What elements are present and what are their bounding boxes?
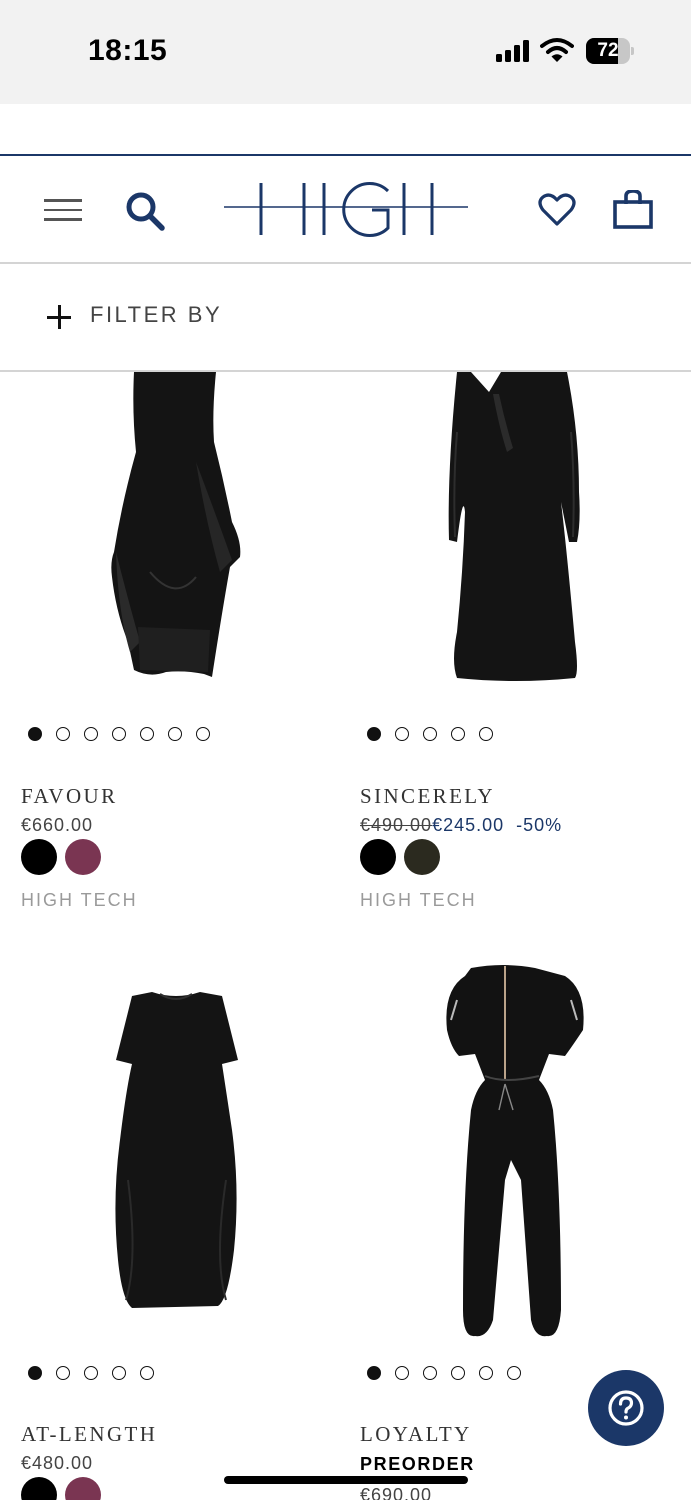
battery-percent: 72 bbox=[597, 40, 619, 61]
carousel-dot[interactable] bbox=[395, 727, 409, 741]
carousel-dot[interactable] bbox=[56, 1366, 70, 1380]
site-header bbox=[0, 156, 691, 262]
filter-label: FILTER BY bbox=[90, 302, 223, 327]
product-name[interactable]: FAVOUR bbox=[21, 784, 117, 809]
shopping-bag-icon[interactable] bbox=[612, 190, 654, 230]
carousel-dot[interactable] bbox=[84, 1366, 98, 1380]
filter-bar[interactable]: FILTER BY bbox=[0, 264, 691, 370]
carousel-dot[interactable] bbox=[112, 1366, 126, 1380]
image-carousel-dots[interactable] bbox=[367, 1366, 529, 1380]
product-name[interactable]: SINCERELY bbox=[360, 784, 495, 809]
original-price: €490.00 bbox=[360, 815, 433, 835]
image-carousel-dots[interactable] bbox=[28, 727, 218, 741]
image-carousel-dots[interactable] bbox=[28, 1366, 162, 1380]
carousel-dot[interactable] bbox=[196, 727, 210, 741]
carousel-dot[interactable] bbox=[507, 1366, 521, 1380]
carousel-dot[interactable] bbox=[479, 727, 493, 741]
carousel-dot[interactable] bbox=[84, 727, 98, 741]
image-carousel-dots[interactable] bbox=[367, 727, 501, 741]
carousel-dot[interactable] bbox=[423, 727, 437, 741]
carousel-dot[interactable] bbox=[451, 727, 465, 741]
color-swatches bbox=[21, 839, 111, 875]
color-swatch[interactable] bbox=[65, 839, 101, 875]
color-swatch[interactable] bbox=[65, 1477, 101, 1500]
carousel-dot[interactable] bbox=[168, 727, 182, 741]
carousel-dot[interactable] bbox=[28, 1366, 42, 1380]
product-card[interactable]: AT-LENGTH €480.00 bbox=[0, 960, 330, 1500]
color-swatch[interactable] bbox=[21, 1477, 57, 1500]
battery-icon: 72 bbox=[586, 38, 634, 64]
product-price: €660.00 bbox=[21, 815, 94, 835]
color-swatches bbox=[360, 839, 450, 875]
question-mark-icon bbox=[608, 1390, 644, 1426]
home-indicator bbox=[224, 1476, 468, 1484]
sale-price: €245.00 bbox=[432, 815, 505, 835]
product-image[interactable] bbox=[0, 960, 330, 1320]
plus-icon bbox=[47, 305, 71, 329]
status-bar: 18:15 72 bbox=[0, 0, 691, 104]
brand-logo[interactable] bbox=[224, 180, 468, 238]
product-price: €480.00 bbox=[21, 1453, 94, 1473]
color-swatch[interactable] bbox=[21, 839, 57, 875]
status-time: 18:15 bbox=[88, 34, 168, 67]
carousel-dot[interactable] bbox=[367, 727, 381, 741]
wifi-icon bbox=[540, 38, 574, 62]
preorder-badge: PREORDER bbox=[360, 1454, 475, 1474]
carousel-dot[interactable] bbox=[140, 727, 154, 741]
product-image[interactable] bbox=[339, 372, 669, 692]
product-price: €490.00€245.00 -50% bbox=[360, 815, 562, 836]
product-name[interactable]: LOYALTY bbox=[360, 1422, 472, 1447]
discount-badge: -50% bbox=[516, 815, 563, 835]
menu-icon[interactable] bbox=[44, 199, 82, 221]
carousel-dot[interactable] bbox=[140, 1366, 154, 1380]
carousel-dot[interactable] bbox=[56, 727, 70, 741]
product-name[interactable]: AT-LENGTH bbox=[21, 1422, 157, 1447]
product-card[interactable]: FAVOUR €660.00 HIGH TECH bbox=[0, 372, 330, 932]
help-button[interactable] bbox=[588, 1370, 664, 1446]
carousel-dot[interactable] bbox=[367, 1366, 381, 1380]
product-collection: HIGH TECH bbox=[21, 890, 138, 910]
signal-icon bbox=[496, 40, 530, 62]
product-image[interactable] bbox=[339, 960, 669, 1340]
product-price: €690.00 bbox=[360, 1485, 433, 1500]
carousel-dot[interactable] bbox=[28, 727, 42, 741]
color-swatch[interactable] bbox=[404, 839, 440, 875]
carousel-dot[interactable] bbox=[451, 1366, 465, 1380]
carousel-dot[interactable] bbox=[395, 1366, 409, 1380]
product-card[interactable]: SINCERELY €490.00€245.00 -50% HIGH TECH bbox=[339, 372, 669, 932]
search-icon[interactable] bbox=[124, 190, 166, 232]
heart-icon[interactable] bbox=[538, 192, 576, 228]
carousel-dot[interactable] bbox=[112, 727, 126, 741]
product-image[interactable] bbox=[0, 372, 330, 692]
color-swatches bbox=[21, 1477, 111, 1500]
carousel-dot[interactable] bbox=[479, 1366, 493, 1380]
carousel-dot[interactable] bbox=[423, 1366, 437, 1380]
color-swatch[interactable] bbox=[360, 839, 396, 875]
product-collection: HIGH TECH bbox=[360, 890, 477, 910]
